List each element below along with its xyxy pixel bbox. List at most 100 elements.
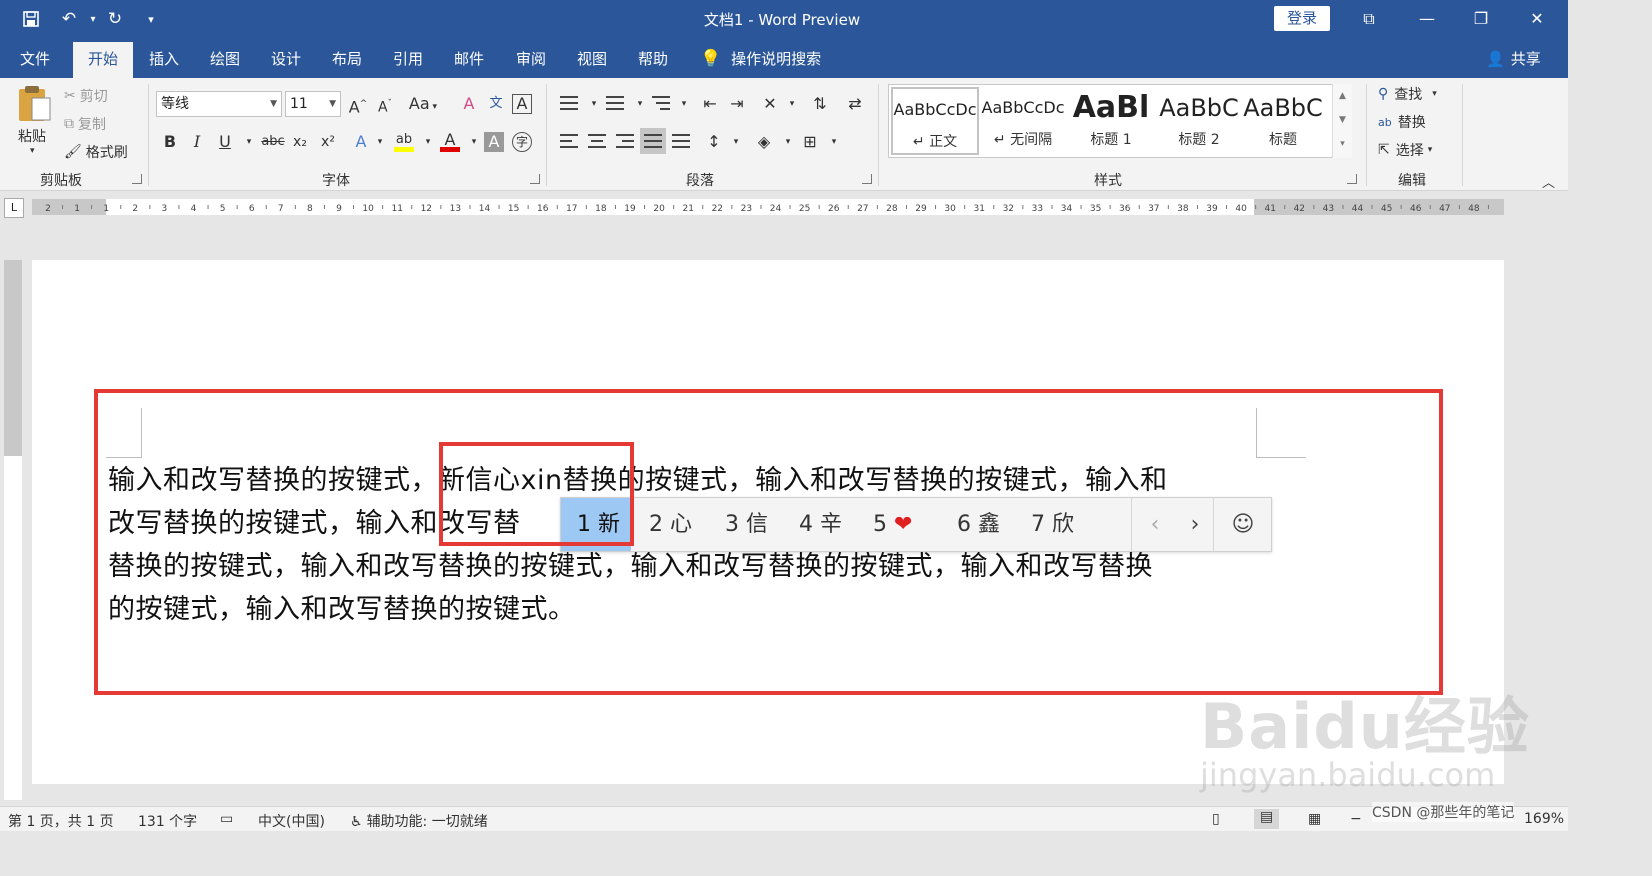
font-size-select[interactable]: 11 ▼ (285, 91, 341, 117)
accessibility-status[interactable]: ♿ 辅助功能: 一切就绪 (350, 811, 488, 831)
strikethrough-icon[interactable]: abc (258, 130, 288, 154)
tab-draw[interactable]: 绘图 (199, 42, 251, 78)
paste-icon[interactable] (16, 84, 56, 124)
bullets-dropdown-icon[interactable]: ▾ (582, 92, 606, 116)
ime-candidate[interactable]: 3 信 (725, 498, 768, 551)
tell-me-search[interactable]: 💡 操作说明搜索 (700, 42, 821, 76)
show-hide-marks-icon[interactable]: ⇄ (843, 92, 867, 116)
enclose-characters-icon[interactable]: 字 (512, 132, 532, 152)
multilevel-dropdown-icon[interactable]: ▾ (672, 92, 696, 116)
word-count[interactable]: 131 个字 (138, 811, 197, 831)
style-no-spacing[interactable]: AaBbCcDc ↵ 无间隔 (979, 87, 1067, 155)
styles-gallery-scroll[interactable]: ▲ ▼ ▾ (1332, 84, 1352, 158)
select-button[interactable]: ⇱ 选择 ▾ (1378, 140, 1432, 160)
tab-review[interactable]: 审阅 (505, 42, 557, 78)
styles-dialog-launcher[interactable] (1347, 174, 1357, 184)
paragraph-shading-icon[interactable]: ◈ (752, 130, 776, 154)
ime-candidate[interactable]: 1 新 (561, 498, 631, 551)
paste-label[interactable]: 粘贴 (18, 126, 46, 146)
align-center-icon[interactable] (586, 130, 608, 152)
read-mode-icon[interactable]: ▯ (1212, 811, 1220, 827)
clipboard-dialog-launcher[interactable] (132, 174, 142, 184)
tab-home[interactable]: 开始 (73, 42, 133, 78)
tab-design[interactable]: 设计 (260, 42, 312, 78)
zoom-level[interactable]: 169% (1524, 811, 1564, 827)
paste-dropdown-icon[interactable]: ▾ (30, 146, 35, 156)
subscript-icon[interactable]: x₂ (288, 130, 312, 154)
proofing-icon[interactable]: ▭ (220, 811, 233, 827)
underline-icon[interactable]: U (213, 130, 237, 154)
highlight-dropdown-icon[interactable]: ▾ (416, 130, 440, 154)
text-line[interactable]: 的按键式，输入和改写替换的按键式。 (108, 588, 1258, 631)
align-right-icon[interactable] (614, 130, 636, 152)
language-status[interactable]: 中文(中国) (258, 811, 325, 831)
chinese-layout-dropdown-icon[interactable]: ▾ (780, 92, 804, 116)
tab-selector[interactable]: L (4, 198, 24, 218)
numbering-dropdown-icon[interactable]: ▾ (628, 92, 652, 116)
tab-file[interactable]: 文件 (8, 42, 62, 78)
chinese-layout-icon[interactable]: ✕ (758, 92, 782, 116)
ime-candidate[interactable]: 5 ❤ (873, 498, 912, 551)
minimize-icon[interactable]: — (1404, 3, 1450, 35)
text-line[interactable]: 输入和改写替换的按键式，新信心xin替换的按键式，输入和改写替换的按键式，输入和 (108, 459, 1258, 502)
zoom-out-icon[interactable]: − (1350, 811, 1362, 827)
line-spacing-icon[interactable]: ↕ (702, 130, 726, 154)
multilevel-list-icon[interactable] (650, 92, 672, 114)
italic-icon[interactable]: I (185, 130, 209, 154)
ime-candidate[interactable]: 2 心 (649, 498, 692, 551)
font-dialog-launcher[interactable] (530, 174, 540, 184)
decrease-indent-icon[interactable]: ⇤ (698, 92, 722, 116)
highlight-icon[interactable]: ab (392, 128, 416, 152)
horizontal-ruler[interactable]: 2 1 1 2 3 4 5 6 7 8 9 10 11 12 13 14 15 16 17 18 19 20 21 22 23 2… (32, 199, 1504, 215)
tab-mailings[interactable]: 邮件 (443, 42, 495, 78)
style-heading-2[interactable]: AaBbC 标题 2 (1155, 87, 1243, 155)
font-color-dropdown-icon[interactable]: ▾ (462, 130, 486, 154)
ime-candidate[interactable]: 7 欣 (1031, 498, 1074, 551)
restore-icon[interactable]: ❐ (1458, 3, 1504, 35)
tab-insert[interactable]: 插入 (138, 42, 190, 78)
print-layout-icon[interactable]: ▤ (1254, 809, 1280, 829)
style-normal[interactable]: AaBbCcDc ↵ 正文 (891, 87, 979, 155)
sort-icon[interactable]: ⇅ (808, 92, 832, 116)
phonetic-guide-icon[interactable]: 文 (484, 92, 508, 116)
web-layout-icon[interactable]: ▦ (1308, 811, 1321, 827)
grow-font-icon[interactable]: A^ (346, 92, 370, 116)
login-button[interactable]: 登录 (1274, 6, 1330, 31)
superscript-icon[interactable]: x² (316, 130, 340, 154)
numbering-icon[interactable] (604, 92, 626, 114)
shading-dropdown-icon[interactable]: ▾ (776, 130, 800, 154)
justify-icon[interactable] (640, 128, 666, 154)
ime-candidate[interactable]: 4 辛 (799, 498, 842, 551)
gallery-more-icon[interactable]: ▾ (1333, 132, 1352, 156)
ime-candidate[interactable]: 6 鑫 (957, 498, 1000, 551)
borders-icon[interactable]: ⊞ (798, 130, 822, 154)
character-border-icon[interactable]: A (512, 94, 532, 114)
bold-icon[interactable]: B (158, 130, 182, 154)
tab-help[interactable]: 帮助 (627, 42, 679, 78)
text-effects-dropdown-icon[interactable]: ▾ (368, 130, 392, 154)
share-button[interactable]: 👤 共享 (1486, 42, 1541, 76)
character-shading-icon[interactable]: A (484, 132, 504, 152)
vertical-ruler[interactable] (4, 260, 22, 800)
ime-next-page-icon[interactable]: › (1173, 498, 1217, 551)
ime-prev-page-icon[interactable]: ‹ (1133, 498, 1177, 551)
align-left-icon[interactable] (558, 130, 580, 152)
change-case-icon[interactable]: Aa ▾ (406, 92, 440, 116)
font-color-icon[interactable]: A (438, 128, 462, 152)
close-icon[interactable]: ✕ (1514, 3, 1560, 35)
increase-indent-icon[interactable]: ⇥ (725, 92, 749, 116)
font-family-select[interactable]: 等线 ▼ (156, 91, 282, 117)
tab-view[interactable]: 视图 (566, 42, 618, 78)
scroll-up-icon[interactable]: ▲ (1333, 84, 1352, 108)
format-painter-button[interactable]: 🖌 格式刷 (64, 142, 128, 162)
paragraph-dialog-launcher[interactable] (862, 174, 872, 184)
shrink-font-icon[interactable]: Aˇ (373, 92, 397, 116)
find-button[interactable]: ⚲ 查找 ▾ (1378, 84, 1437, 104)
tab-layout[interactable]: 布局 (321, 42, 373, 78)
style-title[interactable]: AaBbC 标题 (1243, 87, 1323, 155)
bullets-icon[interactable] (558, 92, 580, 114)
ribbon-display-options-icon[interactable]: ⧉ (1346, 3, 1392, 35)
tab-references[interactable]: 引用 (382, 42, 434, 78)
clear-formatting-icon[interactable]: A (457, 92, 481, 116)
page-count[interactable]: 第 1 页，共 1 页 (8, 811, 114, 831)
